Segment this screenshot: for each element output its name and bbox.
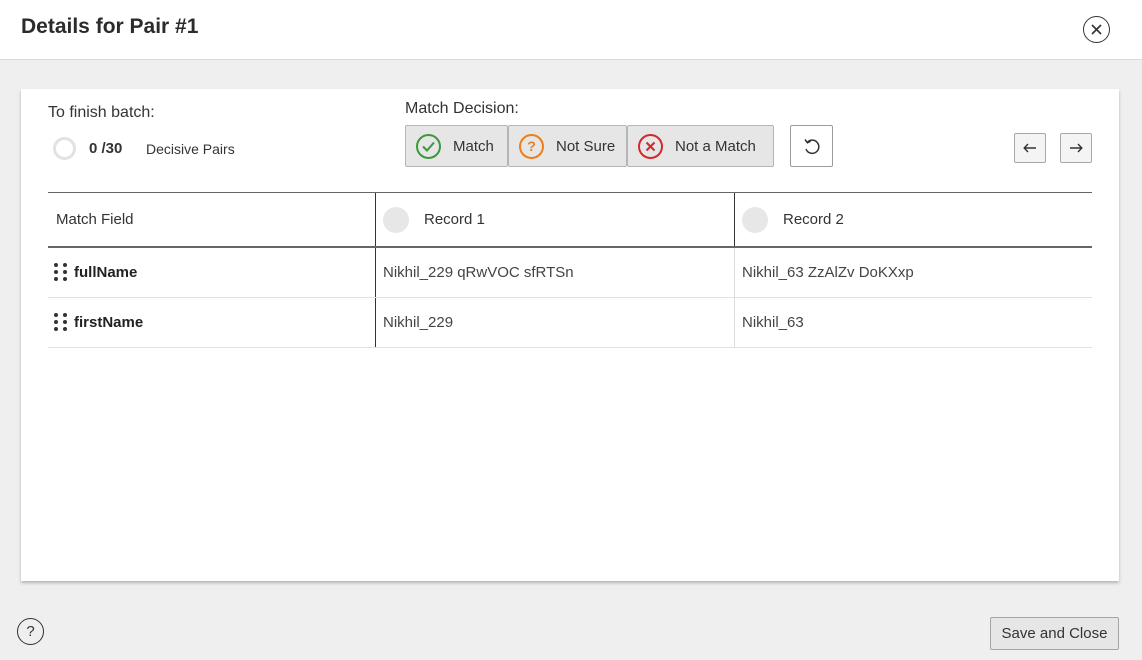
help-icon[interactable]: ?: [17, 618, 44, 645]
table-row: firstName Nikhil_229 Nikhil_63: [48, 298, 1092, 348]
record-1-cell: Nikhil_229 qRwVOC sfRTSn: [375, 248, 734, 297]
batch-progress-ring: [53, 137, 76, 160]
header-record-1: Record 1: [375, 193, 734, 246]
dialog-title: Details for Pair #1: [21, 15, 199, 38]
drag-handle-icon[interactable]: [54, 313, 69, 333]
pair-details-panel: To finish batch: 0 /30 Decisive Pairs Ma…: [21, 89, 1119, 581]
header-record-1-label: Record 1: [424, 211, 485, 228]
dialog-header: Details for Pair #1: [0, 0, 1142, 60]
save-and-close-button[interactable]: Save and Close: [990, 617, 1119, 650]
question-circle-icon: ?: [519, 133, 544, 159]
header-record-2: Record 2: [734, 193, 1092, 246]
record-1-value: Nikhil_229 qRwVOC sfRTSn: [383, 264, 574, 281]
match-decision-title: Match Decision:: [405, 100, 519, 117]
previous-pair-button[interactable]: [1014, 133, 1046, 163]
record-2-value: Nikhil_63 ZzAlZv DoKXxp: [742, 264, 914, 281]
not-a-match-button[interactable]: Not a Match: [627, 125, 774, 167]
match-fields-table: Match Field Record 1 Record 2 fullName N…: [48, 192, 1092, 348]
batch-title: To finish batch:: [48, 104, 155, 121]
arrow-left-icon: [1023, 143, 1036, 153]
check-circle-icon: [416, 133, 441, 159]
undo-icon: [803, 139, 820, 155]
drag-handle-icon[interactable]: [54, 263, 69, 283]
match-button[interactable]: Match: [405, 125, 508, 167]
table-header-row: Match Field Record 1 Record 2: [48, 193, 1092, 248]
table-row: fullName Nikhil_229 qRwVOC sfRTSn Nikhil…: [48, 248, 1092, 298]
header-match-field: Match Field: [48, 193, 375, 246]
close-icon: [1091, 24, 1102, 35]
field-name: firstName: [74, 314, 144, 331]
record-1-cell: Nikhil_229: [375, 298, 734, 347]
record-1-value: Nikhil_229: [383, 314, 454, 331]
record-2-cell: Nikhil_63: [734, 298, 1092, 347]
close-button[interactable]: [1083, 16, 1110, 43]
match-button-label: Match: [453, 137, 494, 155]
record-2-value: Nikhil_63: [742, 314, 804, 331]
header-record-2-label: Record 2: [783, 211, 844, 228]
batch-progress-label: Decisive Pairs: [146, 141, 235, 157]
field-name: fullName: [74, 264, 138, 281]
match-field-cell: fullName: [48, 248, 375, 297]
batch-progress-count: 0 /30: [89, 140, 123, 157]
undo-button[interactable]: [790, 125, 833, 167]
record-2-cell: Nikhil_63 ZzAlZv DoKXxp: [734, 248, 1092, 297]
record-2-radio[interactable]: [742, 206, 768, 233]
match-field-cell: firstName: [48, 298, 375, 347]
arrow-right-icon: [1070, 143, 1083, 153]
x-circle-icon: [638, 133, 663, 159]
header-match-field-label: Match Field: [56, 211, 134, 228]
not-a-match-button-label: Not a Match: [675, 137, 756, 155]
not-sure-button-label: Not Sure: [556, 137, 616, 155]
record-1-radio[interactable]: [383, 206, 409, 233]
next-pair-button[interactable]: [1060, 133, 1092, 163]
not-sure-button[interactable]: ? Not Sure: [508, 125, 627, 167]
